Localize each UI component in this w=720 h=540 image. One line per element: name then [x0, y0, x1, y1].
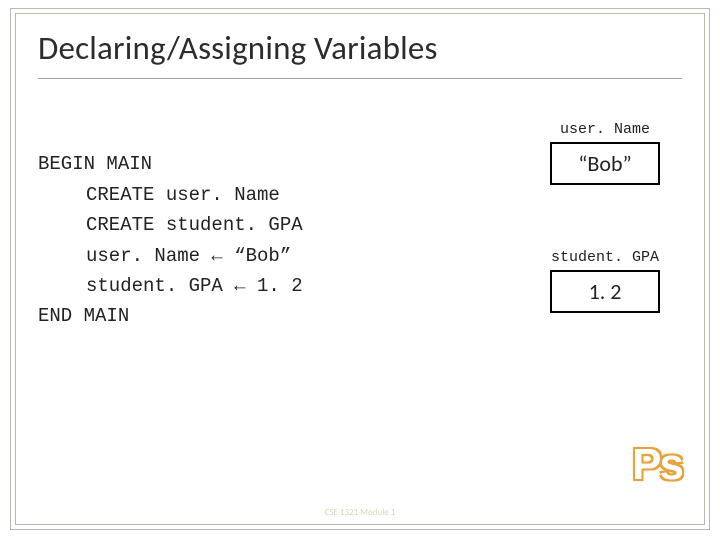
code-line: CREATE student. GPA — [86, 214, 303, 236]
ps-logo-icon: Ps — [632, 440, 682, 490]
code-line: CREATE user. Name — [86, 184, 280, 206]
variable-username: user. Name “Bob” — [550, 121, 660, 185]
slide-inner-border: Declaring/Assigning Variables BEGIN MAIN… — [15, 13, 705, 525]
code-line: BEGIN MAIN — [38, 153, 152, 175]
page-title: Declaring/Assigning Variables — [38, 28, 682, 79]
variable-box: “Bob” — [550, 142, 660, 185]
code-line: END MAIN — [38, 305, 129, 327]
footer-center: CSE 1321 Module 1 — [325, 507, 396, 518]
code-line: user. Name ← “Bob” — [86, 245, 291, 267]
variable-label: student. GPA — [550, 249, 660, 266]
variable-studentgpa: student. GPA 1. 2 — [550, 249, 660, 313]
variable-box: 1. 2 — [550, 270, 660, 313]
code-line: student. GPA ← 1. 2 — [86, 275, 303, 297]
variable-label: user. Name — [550, 121, 660, 138]
slide-outer-border: Declaring/Assigning Variables BEGIN MAIN… — [10, 8, 710, 530]
content-area: BEGIN MAIN CREATE user. Name CREATE stud… — [38, 119, 682, 362]
